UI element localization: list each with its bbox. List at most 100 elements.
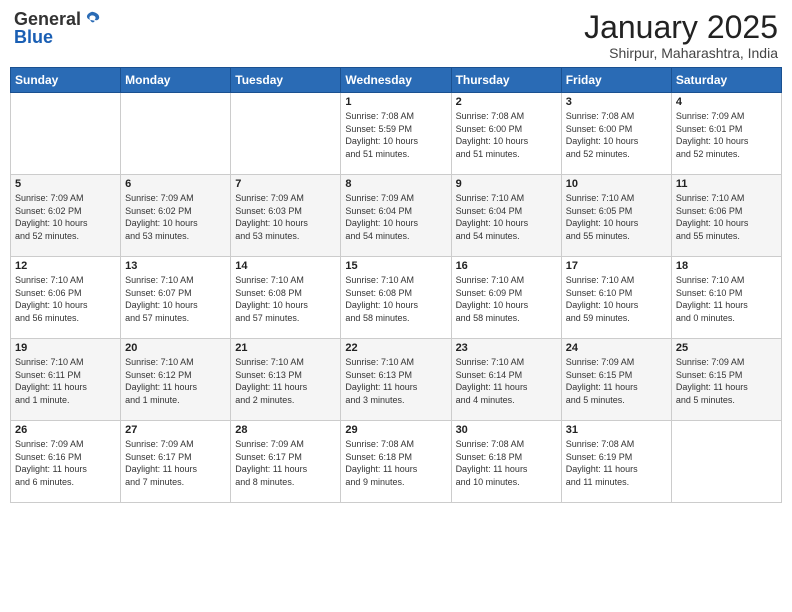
weekday-header-sunday: Sunday — [11, 68, 121, 93]
day-number: 5 — [15, 178, 116, 190]
calendar-cell: 10 Sunrise: 7:10 AM Sunset: 6:05 PM Dayli… — [561, 175, 671, 257]
day-info: Sunrise: 7:10 AM Sunset: 6:09 PM Dayligh… — [456, 274, 557, 324]
day-number: 9 — [456, 178, 557, 190]
day-number: 6 — [125, 178, 226, 190]
day-info: Sunrise: 7:10 AM Sunset: 6:11 PM Dayligh… — [15, 356, 116, 406]
day-info: Sunrise: 7:10 AM Sunset: 6:13 PM Dayligh… — [345, 356, 446, 406]
calendar-cell: 16 Sunrise: 7:10 AM Sunset: 6:09 PM Dayli… — [451, 257, 561, 339]
logo: General Blue — [14, 10, 101, 46]
day-number: 16 — [456, 260, 557, 272]
calendar-cell: 6 Sunrise: 7:09 AM Sunset: 6:02 PM Daylig… — [121, 175, 231, 257]
calendar-cell: 26 Sunrise: 7:09 AM Sunset: 6:16 PM Dayli… — [11, 421, 121, 503]
day-info: Sunrise: 7:09 AM Sunset: 6:17 PM Dayligh… — [235, 438, 336, 488]
weekday-header-thursday: Thursday — [451, 68, 561, 93]
day-info: Sunrise: 7:10 AM Sunset: 6:13 PM Dayligh… — [235, 356, 336, 406]
day-info: Sunrise: 7:09 AM Sunset: 6:17 PM Dayligh… — [125, 438, 226, 488]
day-number: 27 — [125, 424, 226, 436]
day-number: 30 — [456, 424, 557, 436]
logo-blue-text: Blue — [14, 28, 101, 46]
day-info: Sunrise: 7:08 AM Sunset: 6:18 PM Dayligh… — [345, 438, 446, 488]
day-number: 24 — [566, 342, 667, 354]
day-info: Sunrise: 7:08 AM Sunset: 6:19 PM Dayligh… — [566, 438, 667, 488]
calendar-cell: 13 Sunrise: 7:10 AM Sunset: 6:07 PM Dayli… — [121, 257, 231, 339]
day-number: 14 — [235, 260, 336, 272]
calendar-cell: 2Sunrise: 7:08 AM Sunset: 6:00 PM Daylig… — [451, 93, 561, 175]
day-number: 28 — [235, 424, 336, 436]
calendar-cell: 25Sunrise: 7:09 AM Sunset: 6:15 PM Dayli… — [671, 339, 781, 421]
day-number: 2 — [456, 96, 557, 108]
week-row-2: 5 Sunrise: 7:09 AM Sunset: 6:02 PM Daylig… — [11, 175, 782, 257]
day-info: Sunrise: 7:10 AM Sunset: 6:14 PM Dayligh… — [456, 356, 557, 406]
day-info: Sunrise: 7:10 AM Sunset: 6:08 PM Dayligh… — [345, 274, 446, 324]
calendar-cell: 27 Sunrise: 7:09 AM Sunset: 6:17 PM Dayli… — [121, 421, 231, 503]
logo-general-text: General — [14, 10, 81, 28]
calendar-cell — [121, 93, 231, 175]
calendar-cell — [231, 93, 341, 175]
week-row-4: 19 Sunrise: 7:10 AM Sunset: 6:11 PM Dayli… — [11, 339, 782, 421]
calendar-cell: 17 Sunrise: 7:10 AM Sunset: 6:10 PM Dayli… — [561, 257, 671, 339]
day-info: Sunrise: 7:10 AM Sunset: 6:04 PM Dayligh… — [456, 192, 557, 242]
day-info: Sunrise: 7:10 AM Sunset: 6:06 PM Dayligh… — [676, 192, 777, 242]
day-number: 18 — [676, 260, 777, 272]
day-info: Sunrise: 7:09 AM Sunset: 6:02 PM Dayligh… — [15, 192, 116, 242]
day-info: Sunrise: 7:09 AM Sunset: 6:15 PM Dayligh… — [566, 356, 667, 406]
calendar-cell: 15 Sunrise: 7:10 AM Sunset: 6:08 PM Dayli… — [341, 257, 451, 339]
calendar-cell: 28 Sunrise: 7:09 AM Sunset: 6:17 PM Dayli… — [231, 421, 341, 503]
calendar-cell: 18 Sunrise: 7:10 AM Sunset: 6:10 PM Dayli… — [671, 257, 781, 339]
week-row-1: 1 Sunrise: 7:08 AM Sunset: 5:59 PM Daylig… — [11, 93, 782, 175]
calendar-cell: 31 Sunrise: 7:08 AM Sunset: 6:19 PM Dayli… — [561, 421, 671, 503]
day-info: Sunrise: 7:10 AM Sunset: 6:07 PM Dayligh… — [125, 274, 226, 324]
day-info: Sunrise: 7:10 AM Sunset: 6:10 PM Dayligh… — [676, 274, 777, 324]
calendar-cell: 12 Sunrise: 7:10 AM Sunset: 6:06 PM Dayli… — [11, 257, 121, 339]
day-number: 22 — [345, 342, 446, 354]
weekday-header-row: SundayMondayTuesdayWednesdayThursdayFrid… — [11, 68, 782, 93]
week-row-3: 12 Sunrise: 7:10 AM Sunset: 6:06 PM Dayli… — [11, 257, 782, 339]
calendar-cell: 24 Sunrise: 7:09 AM Sunset: 6:15 PM Dayli… — [561, 339, 671, 421]
day-info: Sunrise: 7:09 AM Sunset: 6:02 PM Dayligh… — [125, 192, 226, 242]
calendar-cell: 8Sunrise: 7:09 AM Sunset: 6:04 PM Daylig… — [341, 175, 451, 257]
day-info: Sunrise: 7:10 AM Sunset: 6:06 PM Dayligh… — [15, 274, 116, 324]
day-number: 11 — [676, 178, 777, 190]
page-header: General Blue January 2025 Shirpur, Mahar… — [10, 10, 782, 61]
day-number: 31 — [566, 424, 667, 436]
day-number: 26 — [15, 424, 116, 436]
day-number: 17 — [566, 260, 667, 272]
weekday-header-friday: Friday — [561, 68, 671, 93]
day-number: 29 — [345, 424, 446, 436]
day-info: Sunrise: 7:08 AM Sunset: 5:59 PM Dayligh… — [345, 110, 446, 160]
weekday-header-tuesday: Tuesday — [231, 68, 341, 93]
day-number: 23 — [456, 342, 557, 354]
calendar-cell: 4 Sunrise: 7:09 AM Sunset: 6:01 PM Daylig… — [671, 93, 781, 175]
day-info: Sunrise: 7:08 AM Sunset: 6:18 PM Dayligh… — [456, 438, 557, 488]
day-number: 4 — [676, 96, 777, 108]
calendar-table: SundayMondayTuesdayWednesdayThursdayFrid… — [10, 67, 782, 503]
weekday-header-saturday: Saturday — [671, 68, 781, 93]
day-number: 25 — [676, 342, 777, 354]
day-info: Sunrise: 7:10 AM Sunset: 6:05 PM Dayligh… — [566, 192, 667, 242]
calendar-cell: 14Sunrise: 7:10 AM Sunset: 6:08 PM Dayli… — [231, 257, 341, 339]
day-info: Sunrise: 7:10 AM Sunset: 6:10 PM Dayligh… — [566, 274, 667, 324]
calendar-cell: 5 Sunrise: 7:09 AM Sunset: 6:02 PM Daylig… — [11, 175, 121, 257]
weekday-header-monday: Monday — [121, 68, 231, 93]
day-info: Sunrise: 7:09 AM Sunset: 6:01 PM Dayligh… — [676, 110, 777, 160]
day-info: Sunrise: 7:09 AM Sunset: 6:04 PM Dayligh… — [345, 192, 446, 242]
calendar-cell: 1 Sunrise: 7:08 AM Sunset: 5:59 PM Daylig… — [341, 93, 451, 175]
day-number: 12 — [15, 260, 116, 272]
day-number: 15 — [345, 260, 446, 272]
calendar-cell: 3Sunrise: 7:08 AM Sunset: 6:00 PM Daylig… — [561, 93, 671, 175]
week-row-5: 26 Sunrise: 7:09 AM Sunset: 6:16 PM Dayli… — [11, 421, 782, 503]
calendar-cell — [11, 93, 121, 175]
day-number: 19 — [15, 342, 116, 354]
day-info: Sunrise: 7:09 AM Sunset: 6:16 PM Dayligh… — [15, 438, 116, 488]
weekday-header-wednesday: Wednesday — [341, 68, 451, 93]
calendar-cell: 7Sunrise: 7:09 AM Sunset: 6:03 PM Daylig… — [231, 175, 341, 257]
day-number: 1 — [345, 96, 446, 108]
day-number: 13 — [125, 260, 226, 272]
calendar-cell: 11 Sunrise: 7:10 AM Sunset: 6:06 PM Dayli… — [671, 175, 781, 257]
day-info: Sunrise: 7:10 AM Sunset: 6:12 PM Dayligh… — [125, 356, 226, 406]
calendar-cell: 30 Sunrise: 7:08 AM Sunset: 6:18 PM Dayli… — [451, 421, 561, 503]
calendar-cell: 21Sunrise: 7:10 AM Sunset: 6:13 PM Dayli… — [231, 339, 341, 421]
location-subtitle: Shirpur, Maharashtra, India — [584, 45, 778, 61]
day-info: Sunrise: 7:08 AM Sunset: 6:00 PM Dayligh… — [566, 110, 667, 160]
day-number: 10 — [566, 178, 667, 190]
